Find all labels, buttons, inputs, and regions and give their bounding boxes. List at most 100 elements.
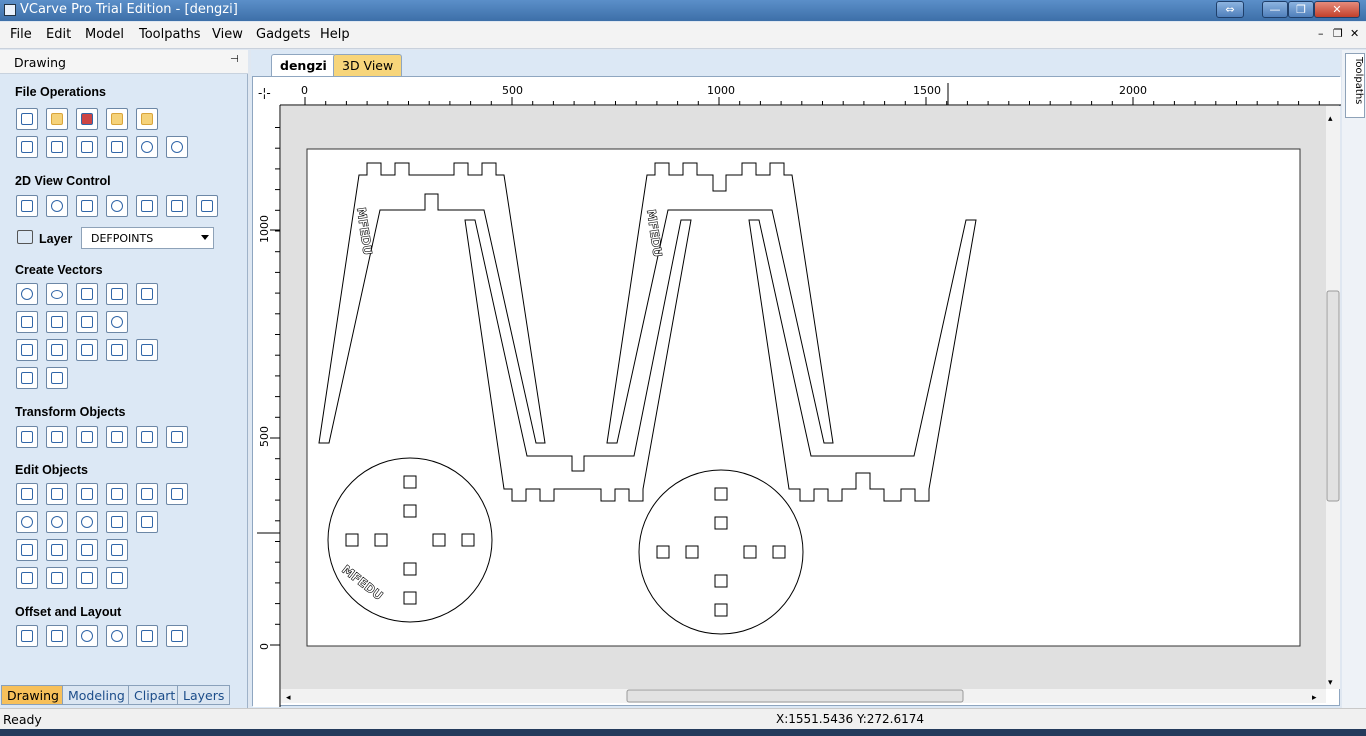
undo-icon[interactable]	[136, 136, 158, 158]
tab-clipart[interactable]: Clipart	[128, 685, 182, 705]
mdi-restore-button[interactable]: ❐	[1333, 27, 1343, 40]
circular-array-icon[interactable]	[76, 625, 98, 647]
tab-drawing[interactable]: Drawing	[1, 685, 65, 705]
tab-layers[interactable]: Layers	[177, 685, 231, 705]
tab-3d-view[interactable]: 3D View	[333, 54, 403, 76]
cut-icon[interactable]	[46, 136, 68, 158]
arc-icon[interactable]	[46, 311, 68, 333]
menu-gadgets[interactable]: Gadgets	[256, 27, 310, 42]
text-size-icon[interactable]	[106, 339, 128, 361]
2d-view[interactable]: 0 500 1000 1500 2000 1000 500 0 -¦- ▴ ▾ …	[252, 76, 1341, 707]
zoom-extents-icon[interactable]	[76, 195, 98, 217]
open-file-icon[interactable]	[46, 108, 68, 130]
text-icon[interactable]	[16, 339, 38, 361]
bracket-end-icon[interactable]	[106, 567, 128, 589]
array-copy-icon[interactable]	[46, 625, 68, 647]
scroll-left-icon[interactable]: ◂	[286, 693, 291, 703]
bitmap-edit-icon[interactable]	[106, 483, 128, 505]
scroll-down-icon[interactable]: ▾	[1328, 678, 1333, 688]
ellipse-icon[interactable]	[46, 283, 68, 305]
panel-title: Drawing	[14, 55, 66, 70]
close-vector-icon[interactable]	[106, 539, 128, 561]
delete-duplicate-icon[interactable]	[136, 483, 158, 505]
tab-toolpaths[interactable]: Toolpaths	[1345, 53, 1365, 118]
view-export-icon[interactable]	[196, 195, 218, 217]
job-setup-icon[interactable]	[16, 136, 38, 158]
drawing-canvas[interactable]: 0 500 1000 1500 2000 1000 500 0 -¦- ▴ ▾ …	[253, 77, 1341, 707]
fit-vectors-icon[interactable]	[166, 625, 188, 647]
close-button[interactable]: ✕	[1314, 1, 1360, 18]
nesting-icon[interactable]	[136, 625, 158, 647]
scissors-icon[interactable]	[136, 511, 158, 533]
bracket-left-icon[interactable]	[46, 567, 68, 589]
view-layout-icon[interactable]	[166, 195, 188, 217]
weld-icon[interactable]	[16, 511, 38, 533]
horizontal-scroll-thumb[interactable]	[626, 689, 964, 703]
menu-toolpaths[interactable]: Toolpaths	[139, 27, 201, 42]
join-icon[interactable]	[46, 539, 68, 561]
layer-dropdown[interactable]: DEFPOINTS	[81, 227, 214, 249]
fillet-icon[interactable]	[16, 539, 38, 561]
tab-dengzi[interactable]: dengzi	[271, 54, 336, 78]
measure-icon[interactable]	[46, 367, 68, 389]
save-icon[interactable]	[76, 108, 98, 130]
menu-model[interactable]: Model	[85, 27, 124, 42]
import-vectors-icon[interactable]	[106, 108, 128, 130]
align-icon[interactable]	[76, 426, 98, 448]
scroll-up-icon[interactable]: ▴	[1328, 114, 1333, 124]
pin-icon[interactable]: ⊣	[230, 54, 239, 65]
curve-icon[interactable]	[76, 311, 98, 333]
mirror-icon[interactable]	[106, 426, 128, 448]
import-bitmap-icon[interactable]	[136, 108, 158, 130]
view-toggle-icon[interactable]	[136, 195, 158, 217]
spiral-icon[interactable]	[106, 311, 128, 333]
vertical-scroll-thumb[interactable]	[1326, 290, 1340, 502]
zoom-box-icon[interactable]	[46, 195, 68, 217]
text-arc-icon[interactable]	[136, 339, 158, 361]
select-icon[interactable]	[16, 483, 38, 505]
maximize-button[interactable]: ❐	[1288, 1, 1314, 18]
layer-value: DEFPOINTS	[91, 232, 154, 245]
smooth-icon[interactable]	[76, 539, 98, 561]
pan-icon[interactable]	[16, 195, 38, 217]
dimension-icon[interactable]	[16, 367, 38, 389]
scroll-right-icon[interactable]: ▸	[1312, 693, 1317, 703]
scale-icon[interactable]	[46, 426, 68, 448]
zoom-selection-icon[interactable]	[106, 195, 128, 217]
offset-icon[interactable]	[16, 625, 38, 647]
menu-file[interactable]: File	[10, 27, 32, 42]
redo-icon[interactable]	[166, 136, 188, 158]
closed-shape-icon[interactable]	[16, 567, 38, 589]
auto-layout-text-icon[interactable]	[46, 339, 68, 361]
interactive-select-icon[interactable]	[76, 483, 98, 505]
polyline-icon[interactable]	[16, 311, 38, 333]
mdi-minimize-button[interactable]: –	[1318, 27, 1324, 40]
distort-icon[interactable]	[136, 426, 158, 448]
minimize-button[interactable]: —	[1262, 1, 1288, 18]
copy-along-vector-icon[interactable]	[106, 625, 128, 647]
subtract-icon[interactable]	[46, 511, 68, 533]
set-origin-icon[interactable]	[166, 426, 188, 448]
copy-icon[interactable]	[76, 136, 98, 158]
section-file-operations: File Operations	[15, 85, 106, 99]
tab-modeling[interactable]: Modeling	[62, 685, 131, 705]
text-on-curve-icon[interactable]	[76, 339, 98, 361]
resize-button[interactable]: ⇔	[1216, 1, 1244, 18]
node-edit-icon[interactable]	[46, 483, 68, 505]
trim-icon[interactable]	[106, 511, 128, 533]
star-icon[interactable]	[136, 283, 158, 305]
menu-view[interactable]: View	[212, 27, 243, 42]
menu-help[interactable]: Help	[320, 27, 350, 42]
move-icon[interactable]	[16, 426, 38, 448]
intersect-icon[interactable]	[76, 511, 98, 533]
bracket-right-icon[interactable]	[76, 567, 98, 589]
rectangle-icon[interactable]	[76, 283, 98, 305]
menu-edit[interactable]: Edit	[46, 27, 71, 42]
title-bar: VCarve Pro Trial Edition - [dengzi] ⇔ — …	[0, 0, 1366, 21]
mdi-close-button[interactable]: ✕	[1350, 27, 1359, 40]
measure-tool-icon[interactable]	[166, 483, 188, 505]
circle-icon[interactable]	[16, 283, 38, 305]
new-file-icon[interactable]	[16, 108, 38, 130]
polygon-icon[interactable]	[106, 283, 128, 305]
paste-icon[interactable]	[106, 136, 128, 158]
